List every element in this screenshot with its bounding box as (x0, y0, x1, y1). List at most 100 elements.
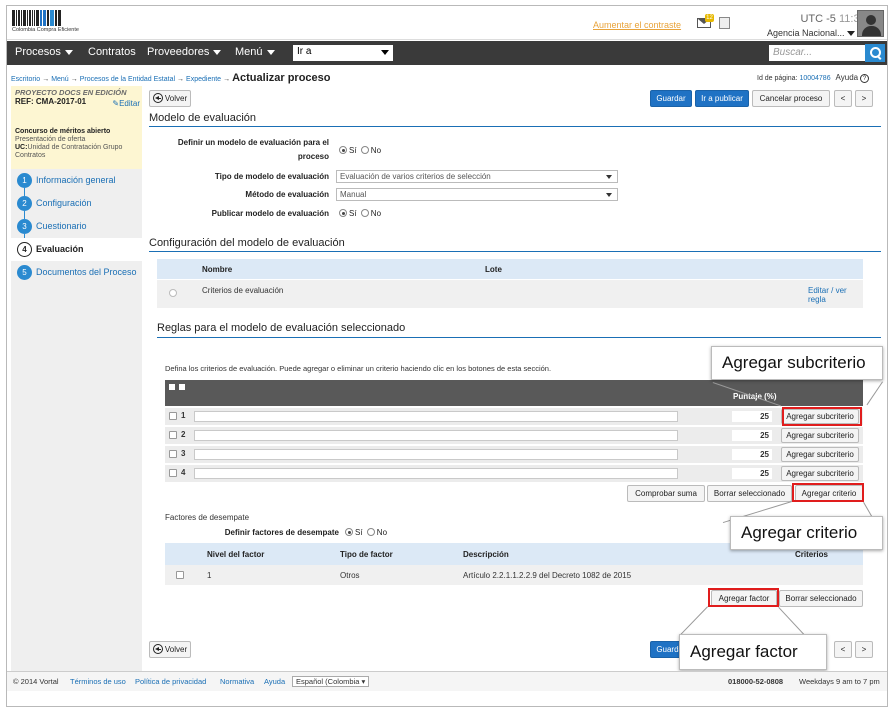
prev-button[interactable]: < (834, 90, 852, 107)
language-value: Español (Colombia (296, 677, 360, 686)
breadcrumb-item[interactable]: Menú (51, 76, 69, 83)
expand-icon[interactable] (169, 384, 175, 390)
edit-link[interactable]: ✎Editar (112, 99, 140, 108)
row-radio[interactable] (169, 289, 177, 297)
select-value: Evaluación de varios criterios de selecc… (340, 172, 491, 181)
criteria-name-input[interactable] (194, 430, 678, 441)
footer-link-privacidad[interactable]: Política de privacidad (135, 677, 206, 686)
tipo-modelo-select[interactable]: Evaluación de varios criterios de selecc… (336, 170, 618, 183)
footer-link-terminos[interactable]: Términos de uso (70, 677, 126, 686)
footer-link-ayuda[interactable]: Ayuda (264, 677, 285, 686)
search-icon[interactable] (865, 44, 885, 62)
row-checkbox[interactable] (176, 571, 184, 579)
uc-value: Unidad de Contratación Grupo Contratos (15, 144, 123, 159)
help-link[interactable]: Ayuda (836, 73, 859, 82)
criteria-name-input[interactable] (194, 468, 678, 479)
row-number: 3 (181, 449, 186, 458)
breadcrumb: Escritorio → Menú → Procesos de la Entidad E… (11, 72, 331, 84)
goto-select[interactable]: Ir a (293, 45, 393, 61)
radio-no[interactable] (360, 146, 369, 154)
score-input[interactable]: 25 (732, 449, 772, 460)
mail-badge: 12 (705, 14, 714, 22)
config-table-row[interactable]: Criterios de evaluación Editar / ver reg… (157, 280, 863, 308)
breadcrumb-item[interactable]: Expediente (186, 76, 221, 83)
criteria-name-input[interactable] (194, 449, 678, 460)
radio-no[interactable] (360, 209, 369, 217)
prev-button-bottom[interactable]: < (834, 641, 852, 658)
collapse-icon[interactable] (179, 384, 185, 390)
row-checkbox[interactable] (169, 431, 177, 439)
radio-si[interactable] (339, 209, 347, 217)
document-icon[interactable] (719, 17, 730, 29)
page-id-label: Id de página: (757, 75, 798, 82)
nav-proveedores[interactable]: Proveedores (147, 46, 222, 58)
chevron-down-icon (606, 175, 612, 179)
process-type: Concurso de méritos abierto (15, 128, 111, 135)
app-frame: Colombia Compra Eficiente Aumentar el co… (6, 5, 888, 707)
volver-button-bottom[interactable]: Volver (149, 641, 191, 658)
row-number: 1 (181, 411, 186, 420)
callout-factor: Agregar factor (679, 634, 827, 670)
criteria-row: 3 25 Agregar subcriterio (165, 446, 863, 463)
agregar-subcriterio-button[interactable]: Agregar subcriterio (781, 447, 859, 462)
step-label: Documentos del Proceso (36, 267, 137, 277)
next-button-bottom[interactable]: > (855, 641, 873, 658)
step-evaluacion[interactable]: 4 Evaluación (11, 238, 142, 261)
footer-link-normativa[interactable]: Normativa (220, 677, 254, 686)
help-icon[interactable]: ? (860, 74, 870, 83)
agregar-subcriterio-button[interactable]: Agregar subcriterio (781, 428, 859, 443)
section-divider (149, 251, 881, 252)
contrast-link[interactable]: Aumentar el contraste (593, 20, 681, 30)
step-informacion-general[interactable]: 1 Información general (11, 169, 142, 196)
score-input[interactable]: 25 (732, 411, 772, 422)
search-input[interactable]: Buscar... (769, 45, 865, 61)
step-label: Información general (36, 175, 116, 185)
radio-label: Sí (349, 209, 357, 218)
chevron-down-icon (213, 49, 222, 55)
callout-criterio: Agregar criterio (730, 516, 883, 550)
col-criterios: Criterios (795, 550, 828, 559)
radio-no[interactable] (366, 528, 375, 536)
cancelar-button[interactable]: Cancelar proceso (752, 90, 830, 107)
row-checkbox[interactable] (169, 412, 177, 420)
avatar[interactable] (857, 10, 884, 37)
borrar-factor-button[interactable]: Borrar seleccionado (779, 590, 863, 607)
step-documentos[interactable]: 5 Documentos del Proceso (11, 261, 142, 284)
step-configuracion[interactable]: 2 Configuración (11, 192, 142, 219)
borrar-seleccionado-button[interactable]: Borrar seleccionado (707, 485, 792, 502)
radio-si[interactable] (339, 146, 347, 154)
page-id-link[interactable]: 10004786 (799, 75, 830, 82)
step-label: Configuración (36, 198, 92, 208)
nav-procesos[interactable]: Procesos (15, 46, 73, 58)
agency-selector[interactable]: Agencia Nacional... (767, 28, 856, 38)
nav-menu[interactable]: Menú (235, 46, 275, 58)
logo[interactable]: Colombia Compra Eficiente (12, 10, 100, 35)
row-number: 4 (181, 468, 186, 477)
language-select[interactable]: Español (Colombia ▾ (292, 676, 370, 687)
publicar-button[interactable]: Ir a publicar (695, 90, 749, 107)
section-title-config: Configuración del modelo de evaluación (149, 237, 345, 249)
volver-button[interactable]: Volver (149, 90, 191, 107)
next-button[interactable]: > (855, 90, 873, 107)
edit-rule-link[interactable]: Editar / ver regla (808, 286, 858, 304)
step-cuestionario[interactable]: 3 Cuestionario (11, 215, 142, 242)
score-input[interactable]: 25 (732, 468, 772, 479)
row-checkbox[interactable] (169, 450, 177, 458)
breadcrumb-item[interactable]: Escritorio (11, 76, 40, 83)
nav-label: Menú (235, 46, 263, 58)
metodo-label: Método de evaluación (245, 190, 329, 199)
nav-contratos[interactable]: Contratos (88, 46, 136, 58)
guardar-button[interactable]: Guardar (650, 90, 692, 107)
row-checkbox[interactable] (169, 469, 177, 477)
highlight-factor (708, 588, 779, 607)
agregar-subcriterio-button[interactable]: Agregar subcriterio (781, 466, 859, 481)
criteria-name-input[interactable] (194, 411, 678, 422)
section-divider (149, 126, 881, 127)
comprobar-suma-button[interactable]: Comprobar suma (627, 485, 705, 502)
col-descripcion: Descripción (463, 550, 509, 559)
metodo-select[interactable]: Manual (336, 188, 618, 201)
process-phase: Presentación de oferta (15, 136, 86, 143)
radio-si[interactable] (345, 528, 353, 536)
score-input[interactable]: 25 (732, 430, 772, 441)
breadcrumb-item[interactable]: Procesos de la Entidad Estatal (80, 76, 175, 83)
